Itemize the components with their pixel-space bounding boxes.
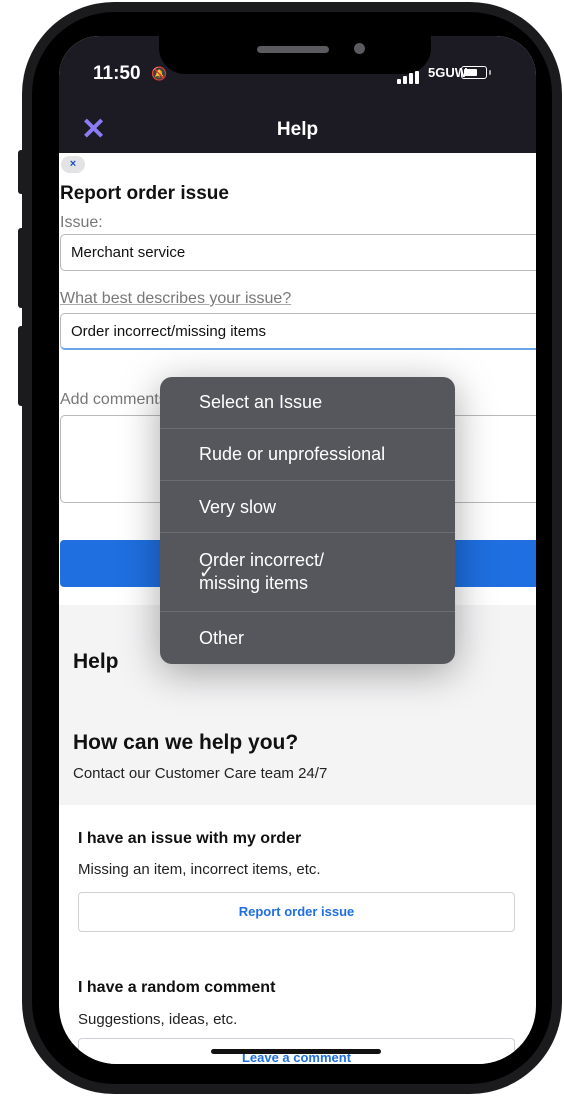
help-title: Help bbox=[73, 650, 119, 673]
report-heading: Report order issue bbox=[60, 183, 229, 204]
page-title: Help bbox=[276, 119, 319, 140]
notch bbox=[159, 36, 431, 74]
status-time: 11:50 bbox=[93, 63, 141, 84]
dropdown-option[interactable]: Very slow bbox=[160, 481, 455, 533]
status-bar: 11:50 🔕 5GUW bbox=[59, 36, 536, 111]
comment-card-title: I have a random comment bbox=[78, 979, 276, 996]
issue-card-title: I have an issue with my order bbox=[78, 830, 302, 847]
dropdown-option[interactable]: Select an Issue bbox=[160, 377, 455, 429]
dropdown-option[interactable]: Other bbox=[160, 612, 455, 664]
contact-text: Contact our Customer Care team 24/7 bbox=[73, 765, 328, 782]
dropdown-option[interactable]: Rude or unprofessional bbox=[160, 429, 455, 481]
describe-label: What best describes your issue? bbox=[60, 290, 292, 307]
how-help-title: How can we help you? bbox=[73, 731, 299, 754]
dismiss-chip[interactable]: × bbox=[61, 156, 85, 173]
do-not-disturb-icon: 🔕 bbox=[151, 66, 168, 81]
issue-label: Issue: bbox=[60, 214, 103, 231]
comments-label: Add comments bbox=[60, 391, 167, 408]
describe-select-value: Order incorrect/missing items bbox=[71, 323, 267, 340]
comment-card-subtitle: Suggestions, ideas, etc. bbox=[78, 1011, 238, 1028]
issue-card-subtitle: Missing an item, incorrect items, etc. bbox=[78, 861, 321, 878]
front-camera bbox=[354, 43, 365, 54]
battery-tip bbox=[489, 70, 491, 75]
speaker bbox=[257, 46, 329, 53]
signal-icon bbox=[397, 66, 421, 84]
battery-icon bbox=[461, 66, 487, 79]
report-order-issue-button[interactable]: Report order issue bbox=[78, 892, 515, 932]
issue-select[interactable]: Merchant service bbox=[60, 234, 536, 271]
issue-select-value: Merchant service bbox=[71, 244, 186, 261]
home-indicator bbox=[211, 1049, 381, 1054]
issue-dropdown-menu: Select an Issue Rude or unprofessional V… bbox=[160, 377, 455, 664]
describe-select[interactable]: Order incorrect/missing items bbox=[60, 313, 536, 350]
dropdown-option-selected[interactable]: ✓ Order incorrect/ missing items bbox=[160, 533, 455, 612]
nav-bar: ✕ Help bbox=[59, 111, 536, 153]
